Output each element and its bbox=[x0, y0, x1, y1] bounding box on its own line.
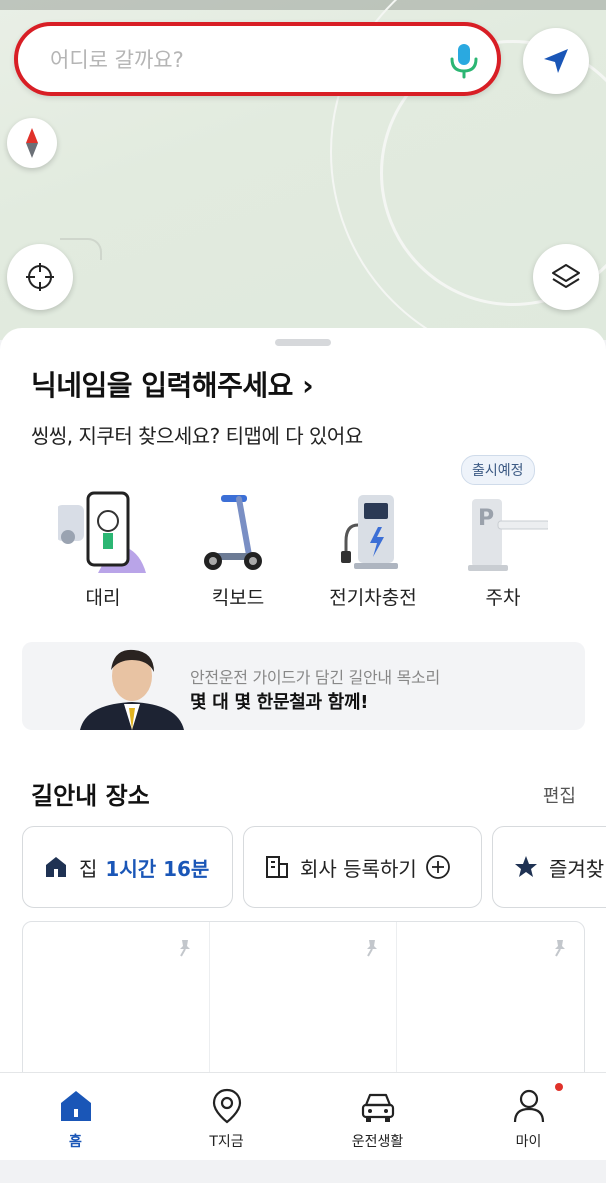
nickname-prompt[interactable]: 닉네임을 입력해주세요 › bbox=[31, 364, 314, 404]
place-favorites-label: 즐겨찾 bbox=[549, 856, 605, 881]
svg-text:P: P bbox=[478, 506, 494, 531]
map-layers-button[interactable] bbox=[533, 244, 599, 310]
pin-icon[interactable] bbox=[175, 938, 195, 958]
crosshair-icon bbox=[26, 263, 54, 291]
star-icon bbox=[515, 856, 537, 877]
location-pin-icon bbox=[212, 1088, 242, 1124]
search-bar[interactable] bbox=[14, 22, 501, 96]
mic-icon[interactable] bbox=[447, 42, 481, 80]
add-circle-icon bbox=[425, 855, 450, 879]
home-icon bbox=[61, 1091, 91, 1121]
recent-destinations-cards[interactable] bbox=[22, 921, 585, 1072]
pin-icon[interactable] bbox=[550, 938, 570, 958]
compass-button[interactable] bbox=[7, 118, 57, 168]
place-work-label: 회사 등록하기 bbox=[300, 856, 417, 881]
tagline: 씽씽, 지쿠터 찾으세요? 티맵에 다 있어요 bbox=[31, 424, 363, 448]
tab-tnow[interactable]: T지금 bbox=[151, 1073, 302, 1161]
navigation-arrow-icon bbox=[544, 49, 568, 73]
building-icon bbox=[266, 856, 288, 878]
place-home-label: 집 bbox=[79, 856, 98, 881]
current-location-button[interactable] bbox=[7, 244, 73, 310]
service-label: 킥보드 bbox=[211, 587, 265, 609]
sheet-drag-handle[interactable] bbox=[275, 339, 331, 346]
system-nav-area bbox=[0, 1160, 606, 1183]
place-work-chip[interactable]: 회사 등록하기 bbox=[243, 826, 482, 908]
person-icon bbox=[513, 1089, 545, 1123]
banner-subtitle: 안전운전 가이드가 담긴 길안내 목소리 bbox=[190, 668, 440, 687]
pin-icon[interactable] bbox=[362, 938, 382, 958]
service-label: 주차 bbox=[485, 587, 521, 609]
service-designated-driver[interactable]: 대리 bbox=[33, 483, 173, 613]
tab-my[interactable]: 마이 bbox=[453, 1073, 604, 1161]
tab-label: 운전생활 bbox=[351, 1134, 404, 1150]
compass-icon bbox=[26, 128, 38, 158]
service-parking[interactable]: P 주차 bbox=[433, 483, 573, 613]
service-ev-charging[interactable]: 전기차충전 bbox=[303, 483, 443, 613]
search-input[interactable] bbox=[48, 42, 412, 78]
bottom-tab-bar: 홈 T지금 운전생활 마이 bbox=[0, 1072, 606, 1161]
service-kickboard[interactable]: 킥보드 bbox=[168, 483, 308, 613]
coming-soon-badge: 출시예정 bbox=[461, 455, 535, 485]
service-label: 전기차충전 bbox=[329, 587, 417, 609]
presenter-photo bbox=[80, 649, 184, 730]
notification-dot bbox=[555, 1083, 563, 1091]
tab-label: T지금 bbox=[209, 1134, 244, 1150]
designated-driver-icon bbox=[58, 491, 146, 573]
card-divider bbox=[396, 922, 397, 1072]
tab-driving-life[interactable]: 운전생활 bbox=[302, 1073, 453, 1161]
navigate-button[interactable] bbox=[523, 28, 589, 94]
parking-icon: P bbox=[468, 499, 548, 571]
layers-icon bbox=[552, 264, 580, 288]
service-label: 대리 bbox=[85, 587, 121, 609]
places-title: 길안내 장소 bbox=[31, 782, 150, 810]
banner-title: 몇 대 몇 한문철과 함께! bbox=[190, 692, 369, 713]
home-bottom-sheet[interactable]: 닉네임을 입력해주세요 › 씽씽, 지쿠터 찾으세요? 티맵에 다 있어요 출시… bbox=[0, 328, 606, 1072]
tab-label: 마이 bbox=[515, 1134, 542, 1150]
car-icon bbox=[361, 1093, 395, 1122]
tab-home[interactable]: 홈 bbox=[0, 1073, 151, 1161]
card-divider bbox=[209, 922, 210, 1072]
place-home-eta: 1시간 16분 bbox=[105, 856, 210, 881]
places-edit-button[interactable]: 편집 bbox=[543, 782, 576, 808]
ev-charger-icon bbox=[341, 495, 398, 569]
house-icon bbox=[46, 857, 66, 877]
place-home-chip[interactable]: 집 1시간 16분 bbox=[22, 826, 233, 908]
kickboard-icon bbox=[204, 495, 262, 570]
tab-label: 홈 bbox=[69, 1134, 82, 1150]
voice-guide-banner[interactable]: 안전운전 가이드가 담긴 길안내 목소리 몇 대 몇 한문철과 함께! bbox=[22, 642, 585, 730]
place-favorites-chip[interactable]: 즐겨찾 bbox=[492, 826, 606, 908]
